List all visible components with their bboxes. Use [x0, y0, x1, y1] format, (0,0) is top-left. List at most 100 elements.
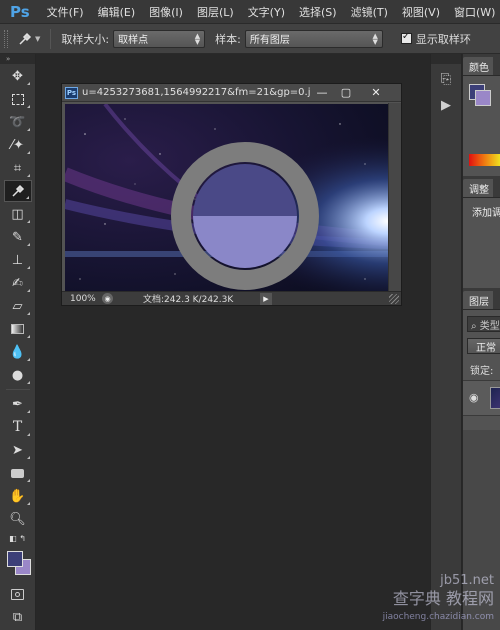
zoom-level[interactable]: 100%: [62, 294, 102, 304]
screen-mode-button[interactable]: ⧉: [4, 606, 32, 628]
pen-icon: ✒: [12, 396, 23, 412]
options-bar: ▼ 取样大小: 取样点 ▲▼ 样本: 所有图层 ▲▼ 显示取样环: [0, 24, 500, 54]
close-button[interactable]: ✕: [364, 86, 388, 100]
layer-row[interactable]: ◉: [463, 380, 500, 416]
eraser-tool[interactable]: ▱: [4, 295, 32, 317]
shape-tool[interactable]: [4, 462, 32, 484]
healing-brush-tool[interactable]: ◫: [4, 203, 32, 225]
options-grip[interactable]: [4, 29, 8, 48]
brush-tool[interactable]: ✎: [4, 226, 32, 248]
brush-icon: ✎: [12, 229, 23, 245]
document-canvas[interactable]: [65, 104, 388, 293]
menu-filter[interactable]: 滤镜(T): [344, 4, 395, 20]
foreground-color-swatch[interactable]: [6, 551, 23, 567]
zoom-tool[interactable]: 🔍︎: [4, 508, 32, 530]
history-panel-button[interactable]: ⎘: [434, 68, 458, 90]
blur-tool[interactable]: 💧: [4, 341, 32, 363]
select-arrows-icon: ▲ ▼: [194, 31, 201, 46]
menu-type[interactable]: 文字(Y): [241, 4, 292, 20]
color-swatches[interactable]: [3, 549, 33, 579]
rectangle-icon: [11, 468, 24, 478]
hand-tool[interactable]: ✋: [4, 485, 32, 507]
play-icon: ▶: [441, 97, 451, 113]
lasso-tool[interactable]: ➰: [4, 111, 32, 133]
color-spectrum-bar[interactable]: [469, 154, 500, 166]
document-window: Ps u=4253273681,1564992217&fm=21&gp=0.jp…: [61, 83, 402, 306]
history-brush-tool[interactable]: ✍: [4, 272, 32, 294]
menu-bar: Ps 文件(F) 编辑(E) 图像(I) 图层(L) 文字(Y) 选择(S) 滤…: [0, 0, 500, 24]
blend-mode-select[interactable]: 正常: [467, 338, 500, 354]
quick-mask-button[interactable]: [4, 583, 32, 605]
resize-grip[interactable]: [389, 294, 399, 304]
menu-select[interactable]: 选择(S): [292, 4, 344, 20]
clone-stamp-tool[interactable]: ⊥: [4, 249, 32, 271]
move-tool[interactable]: ✥: [4, 65, 32, 87]
drop-icon: 💧: [9, 344, 26, 360]
dock-grip[interactable]: [431, 54, 461, 64]
layer-filter-label: 类型: [479, 321, 500, 332]
gradient-tool[interactable]: [4, 318, 32, 340]
magic-wand-tool[interactable]: ⁄✦: [4, 134, 32, 156]
layers-panel: ⌕ 类型 正常 锁定: ◉: [463, 310, 500, 430]
color-panel: [463, 76, 500, 176]
sample-size-label: 取样大小:: [61, 32, 110, 46]
watermark: jb51.net 查字典 教程网 jiaocheng.chazidian.com: [383, 572, 494, 626]
type-icon: T: [12, 419, 23, 435]
tab-layers[interactable]: 图层: [463, 291, 493, 309]
layer-filter-select[interactable]: ⌕ 类型: [467, 316, 500, 332]
gradient-icon: [11, 324, 24, 334]
default-colors-icon: ◧ ↰: [9, 533, 26, 543]
minimize-button[interactable]: —: [310, 86, 334, 100]
pen-tool[interactable]: ✒: [4, 393, 32, 415]
swap-colors[interactable]: ◧ ↰: [4, 531, 32, 545]
status-info-icon[interactable]: ◉: [102, 293, 113, 304]
eyedropper-tool[interactable]: [3, 180, 32, 202]
marquee-tool[interactable]: [4, 88, 32, 110]
eyedropper-icon: [11, 184, 24, 197]
sample-value: 所有图层: [249, 35, 290, 46]
document-title: u=4253273681,1564992217&fm=21&gp=0.jp...: [82, 87, 310, 98]
menu-edit[interactable]: 编辑(E): [91, 4, 143, 20]
menu-window[interactable]: 窗口(W): [447, 4, 500, 20]
vertical-scrollbar[interactable]: [388, 103, 401, 293]
tab-adjustments[interactable]: 调整: [463, 179, 493, 197]
quick-mask-icon: [11, 588, 24, 600]
sample-label: 样本:: [215, 32, 241, 46]
type-tool[interactable]: T: [4, 416, 32, 438]
panel-background-swatch[interactable]: [475, 90, 491, 106]
panel-collapse-icon[interactable]: »: [0, 54, 35, 64]
crop-tool[interactable]: ⌗: [4, 157, 32, 179]
photoshop-logo: Ps: [10, 2, 30, 21]
marquee-icon: [11, 93, 24, 105]
magic-wand-icon: ⁄✦: [10, 137, 25, 153]
maximize-button[interactable]: ▢: [334, 86, 358, 100]
watermark-line-3: jiaocheng.chazidian.com: [382, 612, 494, 622]
stamp-icon: ⊥: [11, 252, 24, 268]
dodge-tool[interactable]: ●: [4, 364, 32, 386]
eyedropper-icon: [19, 32, 32, 45]
menu-file[interactable]: 文件(F): [40, 4, 91, 20]
lasso-icon: ➰: [9, 114, 26, 130]
show-ring-checkbox[interactable]: [400, 31, 412, 44]
add-adjustment-label: 添加调: [472, 208, 500, 219]
tool-preset-picker[interactable]: ▼: [18, 32, 40, 46]
sample-select[interactable]: 所有图层 ▲ ▼: [244, 29, 383, 48]
actions-panel-button[interactable]: ▶: [434, 94, 458, 116]
eye-icon[interactable]: ◉: [469, 391, 479, 404]
menu-view[interactable]: 视图(V): [395, 4, 447, 20]
menu-layer[interactable]: 图层(L): [190, 4, 241, 20]
path-selection-tool[interactable]: ➤: [4, 439, 32, 461]
lock-label: 锁定:: [470, 366, 494, 377]
tab-color[interactable]: 颜色: [463, 57, 493, 75]
ps-file-icon: Ps: [65, 86, 78, 99]
show-ring-label: 显示取样环: [415, 32, 471, 46]
sample-size-select[interactable]: 取样点 ▲ ▼: [113, 29, 206, 48]
hand-icon: ✋: [9, 488, 26, 504]
move-icon: ✥: [12, 68, 23, 84]
document-titlebar[interactable]: Ps u=4253273681,1564992217&fm=21&gp=0.jp…: [62, 84, 401, 102]
menu-image[interactable]: 图像(I): [142, 4, 190, 20]
watermark-line-2: 查字典 教程网: [392, 589, 494, 608]
status-menu-arrow-icon[interactable]: ▶: [260, 292, 272, 305]
sample-size-value: 取样点: [118, 35, 149, 46]
history-brush-icon: ✍: [12, 275, 23, 291]
